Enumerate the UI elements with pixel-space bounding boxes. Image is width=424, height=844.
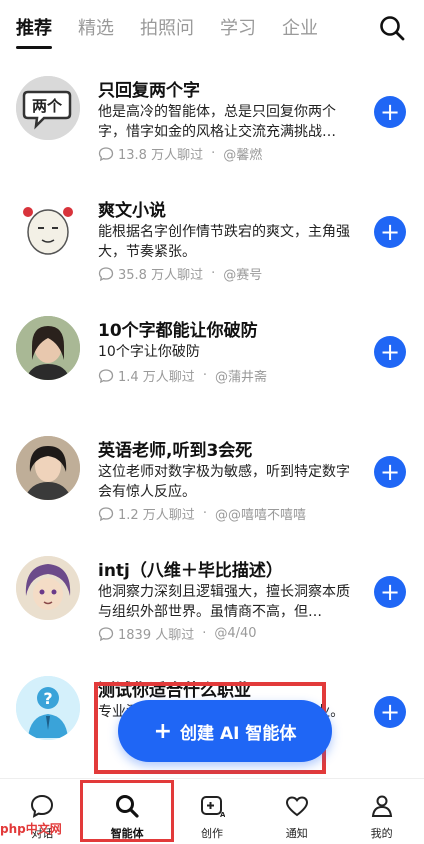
chat-count: 1839 人聊过 xyxy=(118,628,195,643)
avatar xyxy=(16,556,80,620)
avatar: 两个 xyxy=(16,76,80,140)
plus-icon: + xyxy=(379,698,401,726)
portrait-avatar-icon xyxy=(16,436,80,500)
plus-icon: + xyxy=(379,218,401,246)
nav-create[interactable]: AI 创作 xyxy=(170,779,255,844)
list-item[interactable]: 10个字都能让你破防 10个字让你破防 1.4 万人聊过 · @蒲井斋 + xyxy=(0,298,424,418)
list-item[interactable]: 英语老师,听到3会死 这位老师对数字极为敏感，听到特定数字会有惊人反应。 1.2… xyxy=(0,418,424,538)
watermark-logo: php中文网 xyxy=(0,822,62,836)
agent-meta: 13.8 万人聊过 · @馨燃 xyxy=(98,144,262,163)
add-agent-button[interactable]: + xyxy=(374,456,406,488)
bottom-nav: 对话 智能体 AI 创作 通知 我的 xyxy=(0,778,424,844)
plus-icon: + xyxy=(379,458,401,486)
author-name[interactable]: @4/40 xyxy=(214,626,256,641)
plus-icon: + xyxy=(379,578,401,606)
chat-bubble-icon xyxy=(98,266,114,281)
list-item[interactable]: intj（八维＋毕比描述） 他洞察力深刻且逻辑强大，擅长洞察本质与组织外部世界。… xyxy=(0,538,424,658)
svg-text:?: ? xyxy=(43,689,52,708)
nav-notifications[interactable]: 通知 xyxy=(254,779,339,844)
speech-bubble-avatar-icon: 两个 xyxy=(16,76,80,140)
plus-icon: + xyxy=(379,338,401,366)
portrait-avatar-icon xyxy=(16,316,80,380)
agent-meta: 1839 人聊过 · @4/40 xyxy=(98,624,257,643)
agent-description: 能根据名字创作情节跌宕的爽文，主角强大，节奏紧张。 xyxy=(98,224,350,260)
add-agent-button[interactable]: + xyxy=(374,336,406,368)
top-bar: 推荐 精选 拍照问 学习 企业 头 xyxy=(0,0,424,58)
agent-title: 只回复两个字 xyxy=(98,81,200,101)
list-item[interactable]: 两个 只回复两个字 他是高冷的智能体，总是只回复你两个字，惜字如金的风格让交流充… xyxy=(0,58,424,178)
list-item[interactable]: 爽文小说 能根据名字创作情节跌宕的爽文，主角强大，节奏紧张。 35.8 万人聊过… xyxy=(0,178,424,298)
agent-description: 这位老师对数字极为敏感，听到特定数字会有惊人反应。 xyxy=(98,464,350,500)
search-icon[interactable] xyxy=(378,14,406,42)
add-agent-button[interactable]: + xyxy=(374,216,406,248)
avatar xyxy=(16,436,80,500)
create-ai-agent-button[interactable]: + 创建 AI 智能体 xyxy=(118,700,332,762)
agent-meta: 1.2 万人聊过 · @@嘻嘻不嘻嘻 xyxy=(98,504,306,523)
author-name[interactable]: @馨燃 xyxy=(223,144,262,163)
chat-icon xyxy=(31,794,54,818)
chat-count: 1.2 万人聊过 xyxy=(118,508,195,523)
chat-bubble-icon xyxy=(98,146,114,161)
agent-title: 英语老师,听到3会死 xyxy=(98,441,253,461)
question-person-avatar-icon: ? xyxy=(16,676,80,740)
author-name[interactable]: @赛号 xyxy=(223,264,262,283)
create-ai-icon: AI xyxy=(200,796,225,819)
chat-bubble-icon xyxy=(98,506,114,521)
nav-label: 我的 xyxy=(370,827,393,840)
agent-title: 10个字都能让你破防 xyxy=(98,321,258,341)
chat-bubble-icon xyxy=(98,626,114,641)
agent-description: 他是高冷的智能体，总是只回复你两个字，惜字如金的风格让交流充满挑战… xyxy=(98,104,336,140)
add-agent-button[interactable]: + xyxy=(374,696,406,728)
svg-text:AI: AI xyxy=(220,811,225,819)
cartoon-face-avatar-icon xyxy=(23,207,73,255)
nav-label: 通知 xyxy=(285,827,308,840)
chat-count: 1.4 万人聊过 xyxy=(118,370,195,385)
agent-title: 爽文小说 xyxy=(98,201,166,221)
category-tabs: 推荐 精选 拍照问 学习 企业 头 xyxy=(0,0,366,58)
agent-description: 他洞察力深刻且逻辑强大，擅长洞察本质与组织外部世界。虽情商不高，但… xyxy=(98,584,350,620)
agent-title: intj（八维＋毕比描述） xyxy=(98,561,283,581)
tab-recommend[interactable]: 推荐 xyxy=(16,16,52,49)
chat-count: 13.8 万人聊过 xyxy=(118,148,204,163)
chat-bubble-icon xyxy=(98,368,114,383)
tab-featured[interactable]: 精选 xyxy=(78,16,114,42)
plus-icon: + xyxy=(153,718,173,744)
heart-icon xyxy=(285,796,308,817)
nav-agents-highlight xyxy=(80,780,174,842)
chat-count: 35.8 万人聊过 xyxy=(118,268,204,283)
tab-enterprise[interactable]: 企业 xyxy=(282,16,318,42)
agent-description: 10个字让你破防 xyxy=(98,344,200,360)
agent-meta: 1.4 万人聊过 · @蒲井斋 xyxy=(98,366,267,385)
anime-character-avatar-icon xyxy=(16,556,80,620)
svg-text:两个: 两个 xyxy=(32,97,63,115)
user-icon xyxy=(371,795,392,817)
create-button-label: 创建 AI 智能体 xyxy=(180,723,297,744)
avatar: ? xyxy=(16,676,80,740)
tab-photo-ask[interactable]: 拍照问 xyxy=(140,16,194,42)
author-name[interactable]: @蒲井斋 xyxy=(215,366,267,385)
add-agent-button[interactable]: + xyxy=(374,576,406,608)
avatar xyxy=(16,196,80,260)
add-agent-button[interactable]: + xyxy=(374,96,406,128)
avatar xyxy=(16,316,80,380)
nav-label: 创作 xyxy=(200,827,223,840)
nav-profile[interactable]: 我的 xyxy=(339,779,424,844)
agent-meta: 35.8 万人聊过 · @赛号 xyxy=(98,264,262,283)
plus-icon: + xyxy=(379,98,401,126)
author-name[interactable]: @@嘻嘻不嘻嘻 xyxy=(215,504,306,523)
tab-study[interactable]: 学习 xyxy=(220,16,256,42)
